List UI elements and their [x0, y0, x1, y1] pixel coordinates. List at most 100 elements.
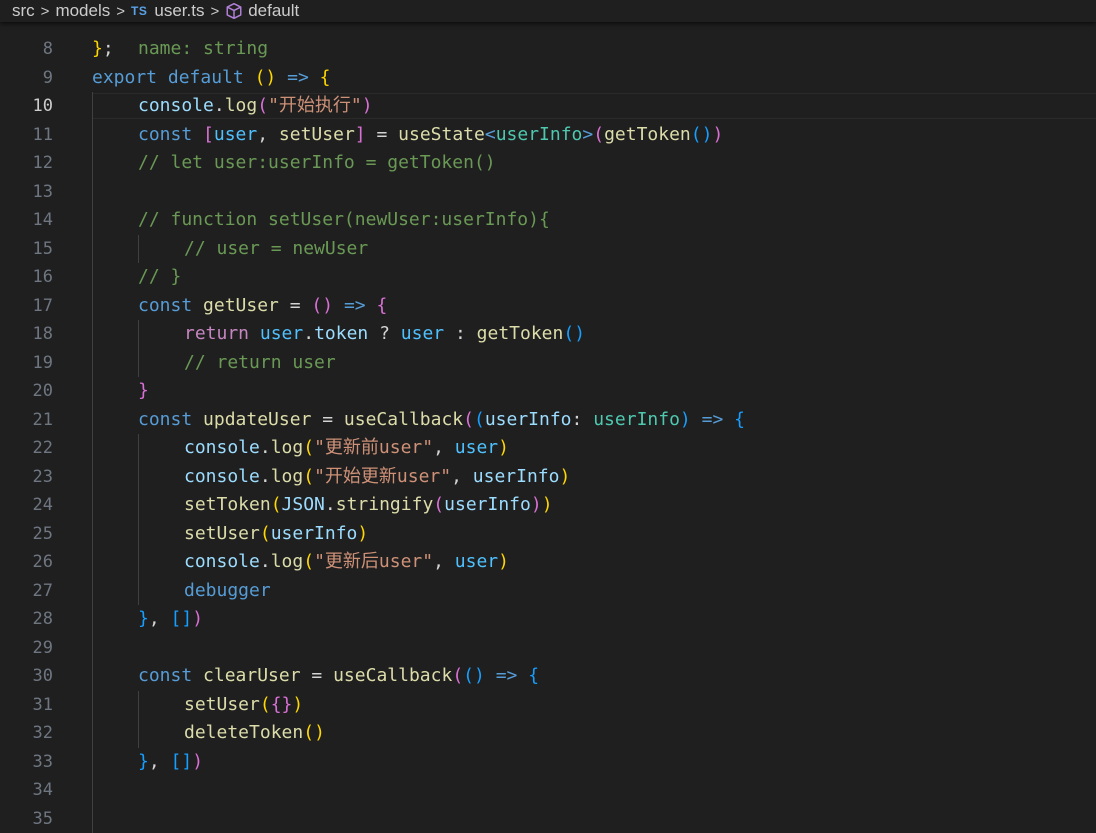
code-editor[interactable]: name: string 8};9export default () => {1… [0, 0, 1096, 826]
code-line[interactable]: 26console.log("更新后user", user) [0, 548, 1096, 577]
code-token: token [314, 323, 368, 344]
code-token: log [225, 95, 258, 116]
code-token: setUser [184, 523, 260, 544]
line-number: 25 [0, 520, 53, 549]
code-token: } [282, 694, 293, 715]
code-token [192, 124, 203, 145]
indent-guide [92, 149, 93, 178]
code-line[interactable]: 33}, []) [0, 748, 1096, 777]
code-token: , [433, 551, 455, 572]
breadcrumb-item-file[interactable]: user.ts [154, 1, 204, 21]
code-token: ] [181, 608, 192, 629]
indent-guide [138, 434, 139, 463]
code-line[interactable]: 19// return user [0, 349, 1096, 378]
code-token: , [149, 608, 171, 629]
code-token [249, 323, 260, 344]
code-token: ) [192, 751, 203, 772]
indent-guide [92, 463, 93, 492]
code-token: = [279, 295, 312, 316]
line-number: 26 [0, 548, 53, 577]
code-line[interactable]: 32deleteToken() [0, 719, 1096, 748]
code-token: useCallback [333, 665, 452, 686]
code-token: ( [303, 722, 314, 743]
code-line[interactable]: 27debugger [0, 577, 1096, 606]
breadcrumb-item-symbol[interactable]: default [248, 1, 299, 21]
code-token: userInfo [473, 466, 560, 487]
code-token [192, 665, 203, 686]
code-line[interactable]: 18return user.token ? user : getToken() [0, 320, 1096, 349]
code-token [192, 409, 203, 430]
code-token: { [376, 295, 387, 316]
code-token: setToken [184, 494, 271, 515]
code-token: ( [303, 466, 314, 487]
code-token: ) [292, 694, 303, 715]
code-token: { [528, 665, 539, 686]
breadcrumb-item-models[interactable]: models [55, 1, 110, 21]
code-token: ) [265, 67, 276, 88]
code-text: setUser(userInfo) [184, 520, 368, 549]
code-token [244, 67, 255, 88]
indent-guide [92, 377, 93, 406]
code-line[interactable]: 21const updateUser = useCallback((userIn… [0, 406, 1096, 435]
code-token: setUser [279, 124, 355, 145]
code-text: export default () => { [92, 64, 330, 93]
code-line[interactable]: 15// user = newUser [0, 235, 1096, 264]
code-line[interactable]: 31setUser({}) [0, 691, 1096, 720]
code-token: => [702, 409, 724, 430]
breadcrumb-item-src[interactable]: src [12, 1, 35, 21]
code-line[interactable]: 30const clearUser = useCallback(() => { [0, 662, 1096, 691]
indent-guide [92, 491, 93, 520]
code-text: const clearUser = useCallback(() => { [138, 662, 539, 691]
code-token [333, 295, 344, 316]
code-token: { [271, 694, 282, 715]
code-text: // return user [184, 349, 336, 378]
indent-guide [138, 719, 139, 748]
code-line[interactable]: 8}; [0, 35, 1096, 64]
code-token: => [287, 67, 309, 88]
code-token: getUser [203, 295, 279, 316]
code-token: log [271, 437, 304, 458]
code-line[interactable]: 14// function setUser(newUser:userInfo){ [0, 206, 1096, 235]
code-line[interactable]: 11const [user, setUser] = useState<userI… [0, 121, 1096, 150]
code-line[interactable]: 34 [0, 776, 1096, 805]
code-line[interactable]: 16// } [0, 263, 1096, 292]
code-line[interactable]: 10console.log("开始执行") [0, 92, 1096, 121]
code-line[interactable]: 28}, []) [0, 605, 1096, 634]
code-line[interactable]: 35 [0, 805, 1096, 833]
code-line[interactable]: 22console.log("更新前user", user) [0, 434, 1096, 463]
code-token: ) [542, 494, 553, 515]
code-line[interactable]: 9export default () => { [0, 64, 1096, 93]
code-line[interactable]: 24setToken(JSON.stringify(userInfo)) [0, 491, 1096, 520]
code-token [276, 67, 287, 88]
code-token: . [325, 494, 336, 515]
code-token: user [455, 437, 498, 458]
code-token: "更新前user" [314, 437, 433, 458]
code-text: // let user:userInfo = getToken() [138, 149, 496, 178]
code-token: . [303, 323, 314, 344]
code-token: = [301, 665, 334, 686]
code-line[interactable]: 17const getUser = () => { [0, 292, 1096, 321]
code-line[interactable]: 13 [0, 178, 1096, 207]
code-line[interactable]: 12// let user:userInfo = getToken() [0, 149, 1096, 178]
code-token [192, 295, 203, 316]
code-token: ; [103, 38, 114, 59]
code-line[interactable]: 20} [0, 377, 1096, 406]
code-token: userInfo [271, 523, 358, 544]
code-token: useState [398, 124, 485, 145]
indent-guide [92, 748, 93, 777]
code-line[interactable]: 29 [0, 634, 1096, 663]
chevron-right-icon: > [41, 3, 50, 20]
code-token: ) [574, 323, 585, 344]
code-text: // user = newUser [184, 235, 368, 264]
code-token: ( [271, 494, 282, 515]
code-line[interactable]: 23console.log("开始更新user", userInfo) [0, 463, 1096, 492]
code-token: user [214, 124, 257, 145]
code-token: stringify [336, 494, 434, 515]
code-token [723, 409, 734, 430]
indent-guide [92, 434, 93, 463]
code-text: } [138, 377, 149, 406]
code-token: console [184, 551, 260, 572]
code-token: userInfo [485, 409, 572, 430]
indent-guide [92, 805, 93, 833]
code-line[interactable]: 25 setUser(userInfo) [0, 520, 1096, 549]
